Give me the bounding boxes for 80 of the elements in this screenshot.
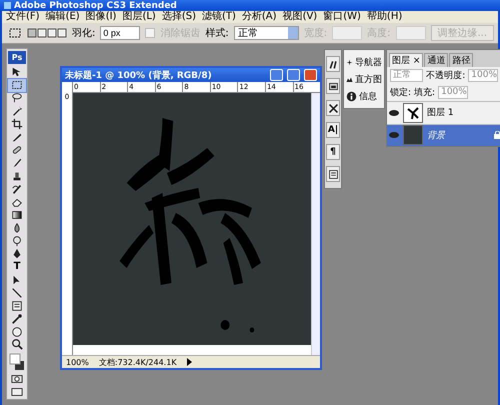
document-title: 未标题-1 @ 100% (背景, RGB/8) <box>65 69 212 82</box>
line-icon <box>11 286 23 299</box>
dock-button[interactable]: A| <box>326 122 340 138</box>
note-icon <box>328 168 338 180</box>
opacity-field[interactable]: 100% <box>468 69 498 82</box>
menu-item[interactable]: 编辑(E) <box>46 11 80 23</box>
menu-item[interactable]: 图像(I) <box>86 11 116 23</box>
fill-label: 填充: <box>414 86 436 99</box>
pen-icon <box>11 248 23 260</box>
dock-button[interactable]: ¶ <box>326 144 340 160</box>
triangle-icon[interactable] <box>186 358 192 366</box>
width-field[interactable] <box>332 26 362 40</box>
maximize-button[interactable] <box>287 69 300 81</box>
brushes-icon <box>328 58 338 70</box>
screen-icon <box>11 386 23 398</box>
layer-thumbnail <box>403 125 423 146</box>
layer-row[interactable]: 背景 <box>387 124 500 146</box>
eye-icon[interactable] <box>389 110 399 116</box>
blend-mode-dropdown[interactable]: 正常 <box>390 69 424 82</box>
panel-item[interactable]: 信息 <box>346 90 382 103</box>
scissors-icon <box>328 102 338 114</box>
eraser-icon <box>11 196 23 208</box>
panel-tab[interactable]: 通道 <box>424 53 448 67</box>
crop-icon <box>11 118 23 130</box>
panel-tab[interactable]: 路径 <box>449 53 474 67</box>
note-icon <box>11 300 23 312</box>
layer-thumbnail <box>403 102 423 123</box>
opacity-label: 不透明度: <box>426 70 466 82</box>
dock-button[interactable] <box>326 100 340 116</box>
arrow-icon <box>11 66 23 78</box>
dock-button[interactable] <box>326 78 340 94</box>
search-icon <box>11 338 23 350</box>
zoom-level: 100% <box>66 358 89 366</box>
color-swatches-icon[interactable] <box>9 352 25 371</box>
lasso-icon <box>11 92 23 104</box>
style-label: 样式: <box>205 26 229 40</box>
eyedropper-icon <box>11 312 23 325</box>
layer-row[interactable]: 图层 1 <box>387 101 500 124</box>
type-tool-button[interactable]: T <box>8 260 26 274</box>
dashed-rectangle-icon <box>8 26 22 40</box>
dock-button[interactable] <box>326 56 340 72</box>
knife-icon <box>11 131 23 144</box>
stamp-icon <box>11 170 23 182</box>
menu-item[interactable]: 帮助(H) <box>366 11 402 23</box>
minimize-button[interactable] <box>270 69 283 81</box>
window-title: Adobe Photoshop CS3 Extended <box>14 0 177 10</box>
dock-button[interactable] <box>326 166 340 182</box>
info-icon <box>346 91 357 102</box>
menu-item[interactable]: 视图(V) <box>282 11 318 23</box>
mask-icon <box>11 373 23 386</box>
selection-mode-icons[interactable] <box>27 27 67 39</box>
fill-field[interactable]: 100% <box>438 86 468 99</box>
lock-label: 锁定: <box>390 86 412 99</box>
menu-item[interactable]: 文件(F) <box>6 11 40 23</box>
layer-name: 图层 1 <box>427 107 455 120</box>
brush-icon <box>11 157 23 170</box>
app-icon <box>4 2 11 9</box>
menu-item[interactable]: 选择(S) <box>162 11 196 23</box>
wand-icon <box>11 105 23 118</box>
tool-button[interactable] <box>8 78 26 92</box>
brush-icon <box>11 183 23 196</box>
vertical-scrollbar[interactable] <box>311 93 320 355</box>
app-logo: Ps <box>8 51 26 64</box>
height-field[interactable] <box>396 26 426 40</box>
panel-tab[interactable]: 图层 × <box>389 53 424 67</box>
menu-item[interactable]: 窗口(W) <box>323 11 361 23</box>
document-size: 文档:732.4K/244.1K <box>98 356 177 368</box>
menu-item[interactable]: 分析(A) <box>242 11 277 23</box>
panel-item[interactable]: 直方图 <box>346 73 382 86</box>
feather-label: 羽化: <box>72 27 96 40</box>
layers-icon <box>328 80 338 92</box>
panel-item[interactable]: 导航器 <box>346 56 382 69</box>
gradient-icon <box>11 208 23 221</box>
close-button[interactable] <box>304 69 317 81</box>
feather-field[interactable]: 0 px <box>100 26 140 40</box>
dashed-rectangle-icon <box>11 79 23 92</box>
style-dropdown[interactable]: 正常 <box>234 26 299 40</box>
menu-item[interactable]: 图层(L) <box>122 11 156 23</box>
menu-item[interactable]: 滤镜(T) <box>202 11 236 23</box>
layer-name: 背景 <box>427 130 446 142</box>
